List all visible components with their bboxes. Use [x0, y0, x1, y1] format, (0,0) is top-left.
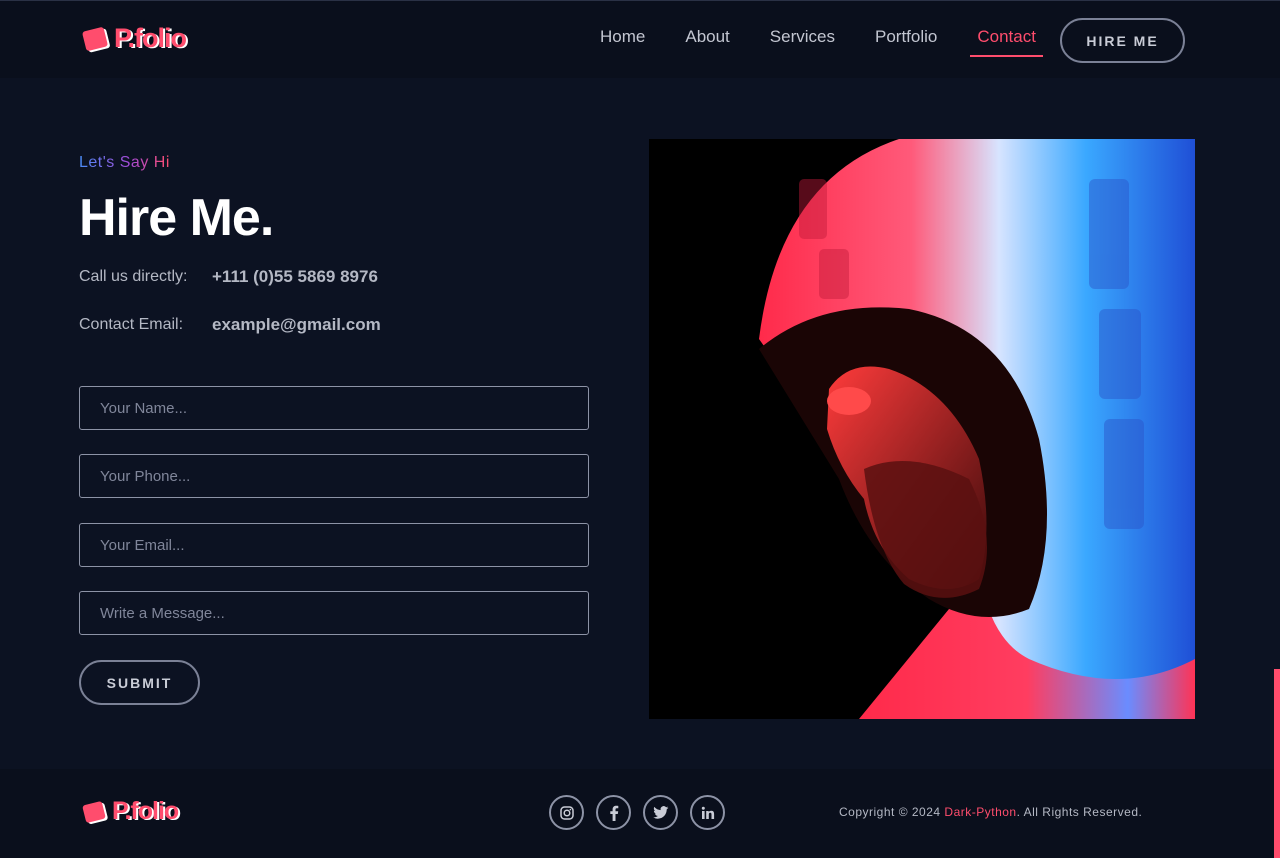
instagram-icon[interactable]	[549, 795, 584, 830]
nav-services[interactable]: Services	[763, 27, 842, 57]
email-label: Contact Email:	[79, 316, 184, 333]
copyright-brand-link[interactable]: Dark-Python	[944, 805, 1016, 819]
site-header: P.folio Home About Services Portfolio Co…	[0, 0, 1280, 78]
logo-text: P.folio	[114, 23, 187, 53]
copyright-prefix: Copyright © 2024	[839, 805, 945, 819]
footer-logo[interactable]: P.folio	[82, 797, 179, 826]
phone-input[interactable]	[79, 454, 589, 498]
nav-contact[interactable]: Contact	[970, 27, 1043, 57]
linkedin-icon[interactable]	[690, 795, 725, 830]
hero-photo	[649, 139, 1195, 719]
call-value[interactable]: +111 (0)55 5869 8976	[212, 265, 378, 289]
email-info-row: Contact Email: example@gmail.com	[79, 313, 381, 337]
logo-mark-icon	[82, 800, 106, 823]
page-title: Hire Me.	[79, 189, 274, 247]
logo-mark-icon	[81, 26, 109, 51]
email-input[interactable]	[79, 523, 589, 567]
facebook-icon[interactable]	[596, 795, 631, 830]
site-footer: P.folio Copyright © 2024 Dark-Python. Al…	[0, 769, 1280, 858]
call-label: Call us directly:	[79, 268, 188, 285]
main-nav: Home About Services Portfolio Contact	[580, 27, 1056, 57]
social-links	[549, 795, 737, 830]
call-info-row: Call us directly: +111 (0)55 5869 8976	[79, 265, 378, 289]
nav-portfolio[interactable]: Portfolio	[868, 27, 944, 57]
section-eyebrow: Let's Say Hi	[79, 154, 170, 171]
nav-home[interactable]: Home	[593, 27, 652, 57]
footer-logo-text: P.folio	[112, 797, 179, 825]
name-input[interactable]	[79, 386, 589, 430]
twitter-icon[interactable]	[643, 795, 678, 830]
hire-me-button[interactable]: HIRE ME	[1060, 18, 1185, 63]
message-input[interactable]	[79, 591, 589, 635]
copyright-text: Copyright © 2024 Dark-Python. All Rights…	[839, 805, 1142, 819]
email-value[interactable]: example@gmail.com	[212, 313, 381, 337]
submit-button[interactable]: SUBMIT	[79, 660, 200, 705]
nav-about[interactable]: About	[678, 27, 736, 57]
hooded-person-illustration	[649, 139, 1195, 719]
copyright-suffix: . All Rights Reserved.	[1016, 805, 1143, 819]
scroll-indicator[interactable]	[1274, 669, 1280, 858]
site-logo[interactable]: P.folio	[81, 23, 187, 54]
